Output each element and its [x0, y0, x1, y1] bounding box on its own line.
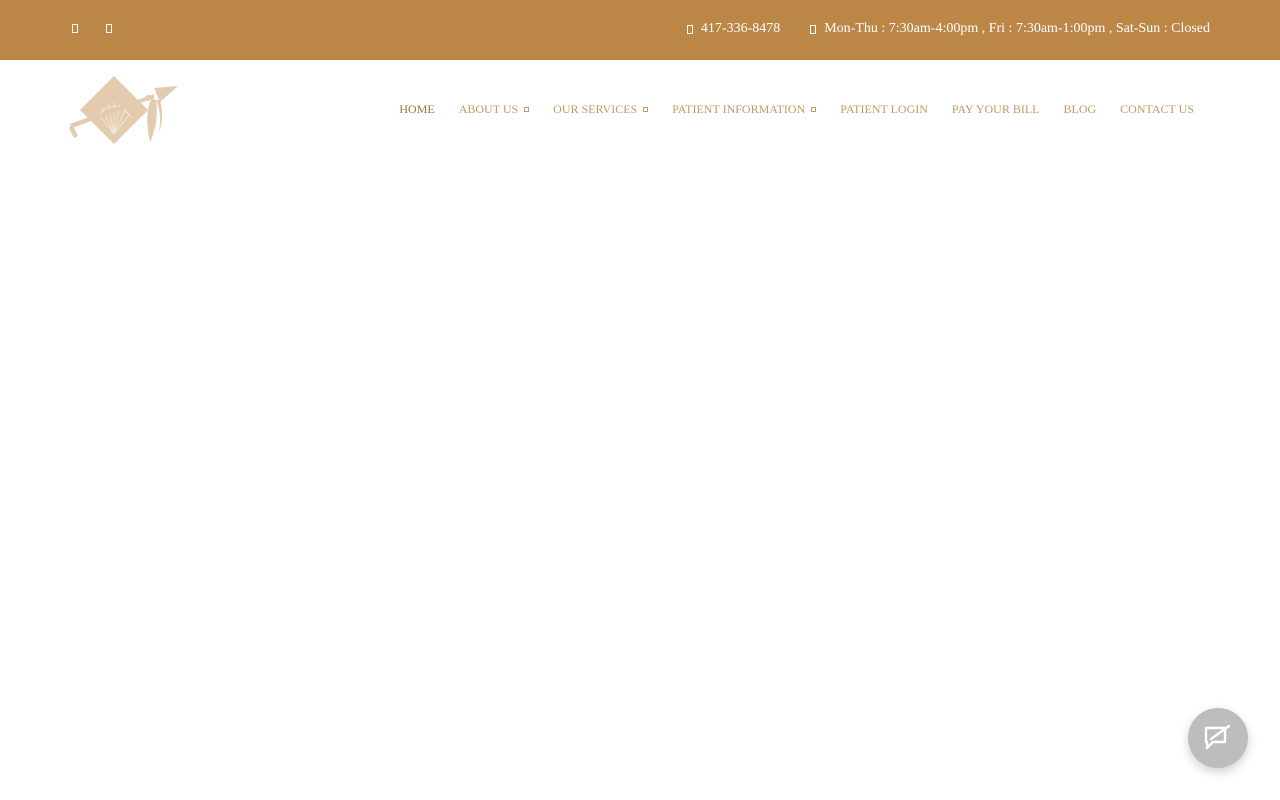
top-info-bar: 417-336-8478 Mon-Thu : 7:30am-4:00pm , F… — [0, 0, 1280, 60]
nav-pay-your-bill-label: PAY YOUR BILL — [951, 102, 1040, 116]
nav-home-label: HOME — [399, 102, 435, 116]
clock-icon — [810, 24, 817, 34]
site-logo-link[interactable] — [68, 74, 180, 148]
dropdown-icon — [643, 106, 649, 112]
nav-patient-information-label: PATIENT INFORMATION — [672, 102, 806, 116]
nav-patient-login-label: PATIENT LOGIN — [840, 102, 928, 116]
chat-bubble-icon — [1204, 724, 1231, 750]
office-hours-text: Mon-Thu : 7:30am-4:00pm , Fri : 7:30am-1… — [824, 21, 1210, 36]
nav-patient-login[interactable]: PATIENT LOGIN — [840, 101, 928, 117]
site-header: HOME ABOUT US OUR SERVICES PATIENT INFOR… — [0, 60, 1280, 160]
social-links — [70, 20, 114, 36]
phone-icon — [686, 24, 693, 34]
twitter-icon — [106, 23, 112, 33]
chat-widget-button[interactable] — [1188, 708, 1248, 768]
nav-our-services-label: OUR SERVICES — [553, 102, 638, 116]
nav-about-us-label: ABOUT US — [458, 102, 519, 116]
contact-info: 417-336-8478 Mon-Thu : 7:30am-4:00pm , F… — [686, 20, 1210, 38]
dropdown-icon — [811, 106, 817, 112]
facebook-icon — [72, 23, 78, 33]
office-hours: Mon-Thu : 7:30am-4:00pm , Fri : 7:30am-1… — [810, 20, 1210, 38]
dropdown-icon — [524, 106, 530, 112]
main-navigation: HOME ABOUT US OUR SERVICES PATIENT INFOR… — [399, 101, 1194, 117]
phone-number-link[interactable]: 417-336-8478 — [701, 20, 780, 38]
nav-contact-us[interactable]: CONTACT US — [1120, 101, 1194, 117]
nav-blog[interactable]: BLOG — [1064, 101, 1097, 117]
arrowhead-diamond-logo — [69, 76, 178, 144]
phone-contact: 417-336-8478 — [686, 20, 780, 38]
nav-blog-label: BLOG — [1063, 102, 1097, 116]
nav-about-us[interactable]: ABOUT US — [458, 101, 530, 117]
nav-our-services[interactable]: OUR SERVICES — [553, 101, 649, 117]
nav-home[interactable]: HOME — [399, 101, 434, 117]
nav-patient-information[interactable]: PATIENT INFORMATION — [672, 101, 817, 117]
twitter-link[interactable] — [104, 20, 114, 36]
nav-pay-your-bill[interactable]: PAY YOUR BILL — [952, 101, 1040, 117]
nav-contact-us-label: CONTACT US — [1120, 102, 1194, 116]
facebook-link[interactable] — [70, 20, 80, 36]
